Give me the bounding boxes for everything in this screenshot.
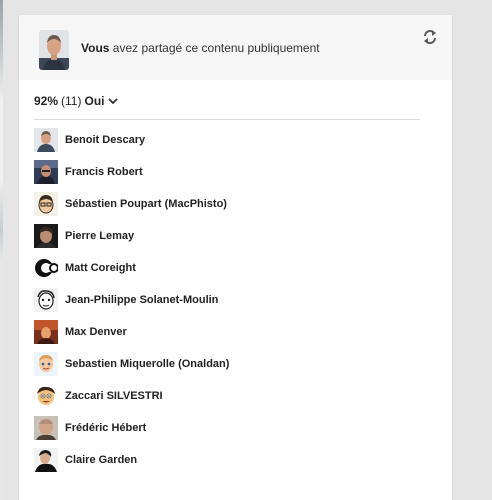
reshare-icon[interactable] (421, 28, 439, 46)
avatar[interactable] (34, 192, 58, 216)
list-item[interactable]: Pierre Lemay (34, 222, 434, 250)
share-message: Vous avez partagé ce contenu publiquemen… (81, 41, 320, 55)
list-item[interactable]: Zaccari SILVESTRI (34, 382, 434, 410)
vote-percent: 92% (34, 94, 59, 108)
list-item[interactable]: Jean-Philippe Solanet-Moulin (34, 286, 434, 314)
divider (34, 119, 420, 120)
vote-answer: Oui (84, 94, 105, 108)
share-message-text: avez partagé ce contenu publiquement (112, 41, 320, 55)
avatar[interactable] (34, 160, 58, 184)
avatar[interactable] (34, 224, 58, 248)
voter-name[interactable]: Pierre Lemay (65, 230, 134, 242)
avatar[interactable] (34, 256, 58, 280)
voter-name[interactable]: Jean-Philippe Solanet-Moulin (65, 294, 218, 306)
voter-name[interactable]: Claire Garden (65, 454, 137, 466)
list-item[interactable]: Max Denver (34, 318, 434, 346)
list-item[interactable]: Francis Robert (34, 158, 434, 186)
voter-name[interactable]: Sébastien Poupart (MacPhisto) (65, 198, 227, 210)
list-item[interactable]: Claire Garden (34, 446, 434, 474)
voter-name[interactable]: Zaccari SILVESTRI (65, 390, 163, 402)
vote-count: (11) (61, 94, 82, 108)
avatar[interactable] (34, 352, 58, 376)
voter-name[interactable]: Matt Coreight (65, 262, 136, 274)
avatar[interactable] (34, 288, 58, 312)
voter-name[interactable]: Francis Robert (65, 166, 143, 178)
voter-name[interactable]: Max Denver (65, 326, 127, 338)
avatar[interactable] (39, 30, 69, 70)
list-item[interactable]: Matt Coreight (34, 254, 434, 282)
voter-name[interactable]: Sebastien Miquerolle (Onaldan) (65, 358, 229, 370)
background-page-edge (0, 0, 3, 500)
chevron-down-icon[interactable] (108, 97, 119, 105)
avatar[interactable] (34, 128, 58, 152)
avatar[interactable] (34, 416, 58, 440)
share-header: Vous avez partagé ce contenu publiquemen… (19, 15, 452, 80)
vote-summary-dropdown[interactable]: 92% (11) Oui (34, 94, 119, 108)
actor-name[interactable]: Vous (81, 41, 109, 55)
voter-name[interactable]: Benoit Descary (65, 134, 145, 146)
list-item[interactable]: Frédéric Hébert (34, 414, 434, 442)
voter-name[interactable]: Frédéric Hébert (65, 422, 146, 434)
list-item[interactable]: Benoit Descary (34, 126, 434, 154)
avatar[interactable] (34, 384, 58, 408)
list-item[interactable]: Sebastien Miquerolle (Onaldan) (34, 350, 434, 378)
list-item[interactable]: Sébastien Poupart (MacPhisto) (34, 190, 434, 218)
avatar[interactable] (34, 320, 58, 344)
avatar[interactable] (34, 448, 58, 472)
poll-voters-card: Vous avez partagé ce contenu publiquemen… (19, 15, 452, 500)
